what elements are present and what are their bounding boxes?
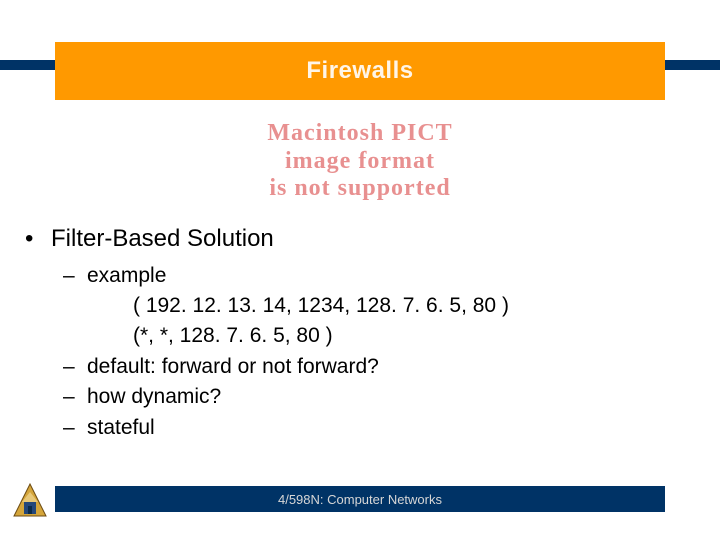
slide-title: Firewalls bbox=[306, 57, 413, 85]
sub-bullet: – stateful bbox=[63, 414, 695, 442]
sub-bullet-text: default: forward or not forward? bbox=[87, 353, 379, 381]
bullet-text: Filter-Based Solution bbox=[51, 225, 274, 254]
dash-marker: – bbox=[63, 414, 77, 442]
example-tuple: ( 192. 12. 13. 14, 1234, 128. 7. 6. 5, 8… bbox=[133, 292, 695, 320]
bullet-marker: • bbox=[25, 225, 39, 254]
dash-marker: – bbox=[63, 383, 77, 411]
example-tuple: (*, *, 128. 7. 6. 5, 80 ) bbox=[133, 322, 695, 350]
slide-body: • Filter-Based Solution – example ( 192.… bbox=[25, 225, 695, 444]
bullet-level-2-list: – example ( 192. 12. 13. 14, 1234, 128. … bbox=[63, 262, 695, 442]
footer-text: 4/598N: Computer Networks bbox=[278, 492, 442, 507]
header-accent-right bbox=[665, 60, 720, 70]
sub-bullet-text: example bbox=[87, 262, 166, 290]
university-seal-icon bbox=[10, 480, 50, 520]
dash-marker: – bbox=[63, 353, 77, 381]
slide-title-box: Firewalls bbox=[55, 42, 665, 100]
placeholder-line: Macintosh PICT bbox=[0, 120, 720, 148]
pict-unsupported-placeholder: Macintosh PICT image format is not suppo… bbox=[0, 120, 720, 203]
bullet-level-1: • Filter-Based Solution bbox=[25, 225, 695, 254]
sub-bullet: – example bbox=[63, 262, 695, 290]
placeholder-line: is not supported bbox=[0, 175, 720, 203]
dash-marker: – bbox=[63, 262, 77, 290]
sub-bullet: – how dynamic? bbox=[63, 383, 695, 411]
sub-bullet-text: how dynamic? bbox=[87, 383, 221, 411]
sub-bullet: – default: forward or not forward? bbox=[63, 353, 695, 381]
sub-bullet-text: stateful bbox=[87, 414, 155, 442]
footer-bar: 4/598N: Computer Networks bbox=[55, 486, 665, 512]
placeholder-line: image format bbox=[0, 148, 720, 176]
header-accent-left bbox=[0, 60, 55, 70]
